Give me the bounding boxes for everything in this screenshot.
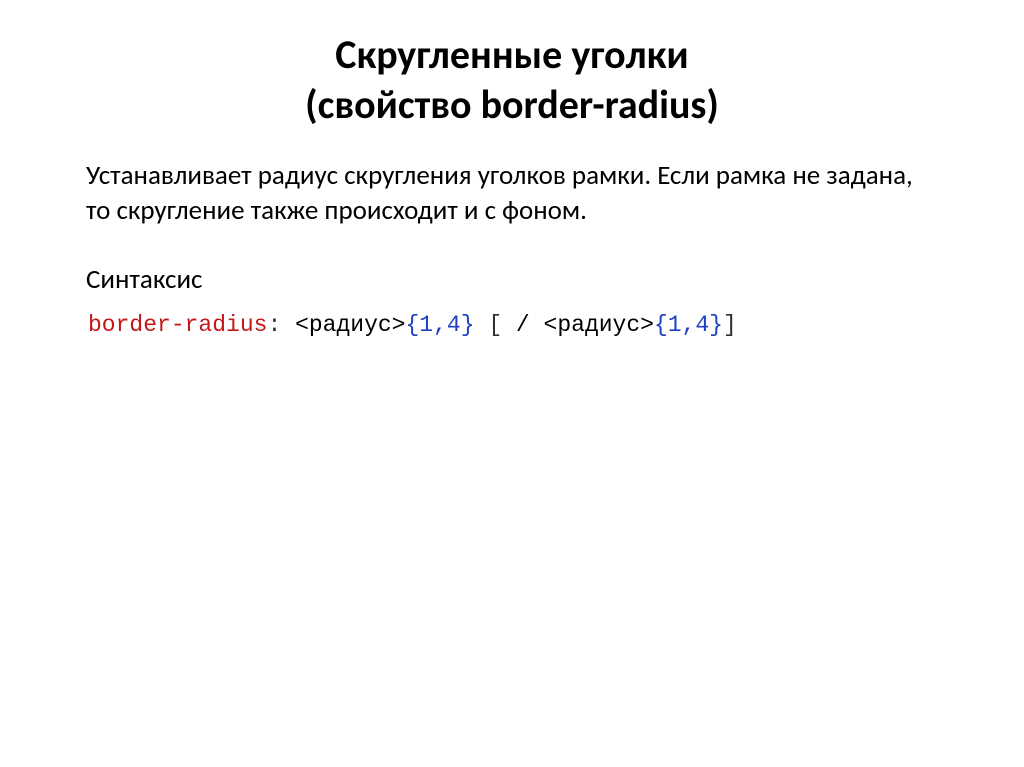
code-property-name: border-radius [88,312,267,338]
code-bracket-open: [ [488,312,502,338]
title-line-1: Скругленные уголки [335,30,688,79]
code-range-2: {1,4} [654,312,723,338]
code-separator: / [502,312,543,338]
code-space [281,312,295,338]
code-colon: : [267,312,281,338]
syntax-code: border-radius: <радиус>{1,4} [ / <радиус… [88,309,938,341]
description-paragraph: Устанавливает радиус скругления уголков … [86,158,938,228]
code-bracket-close: ] [723,312,737,338]
title-line-2: (свойство border-radius) [305,80,719,129]
code-space-2 [475,312,489,338]
code-value-radius-2: <радиус> [544,312,654,338]
code-range-1: {1,4} [405,312,474,338]
code-value-radius-1: <радиус> [295,312,405,338]
slide-container: Скругленные уголки (свойство border-radi… [0,0,1024,371]
slide-title: Скругленные уголки (свойство border-radi… [86,30,938,130]
syntax-heading: Синтаксис [86,262,938,297]
